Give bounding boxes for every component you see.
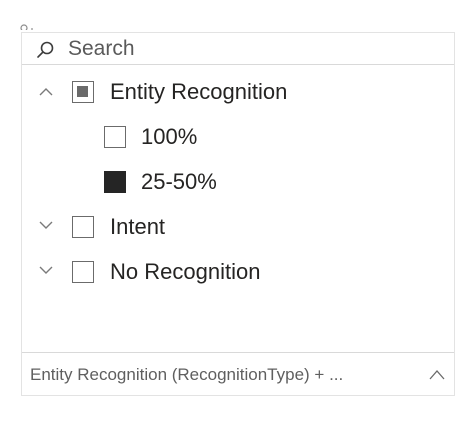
- hierarchy-text: Entity Recognition (RecognitionType) + .…: [30, 365, 344, 384]
- checkbox-100-percent[interactable]: [104, 126, 126, 148]
- search-icon: [35, 40, 55, 60]
- search-bar: [22, 33, 454, 65]
- tree-item-entity-recognition[interactable]: Entity Recognition: [22, 73, 454, 113]
- tree-item-no-recognition[interactable]: No Recognition: [22, 253, 454, 293]
- checkbox-entity-recognition[interactable]: [72, 81, 94, 103]
- checkbox-intent[interactable]: [72, 216, 94, 238]
- slicer-panel: Entity Recognition 100% 25-50% Intent: [21, 32, 455, 396]
- tree-item-25-50-percent[interactable]: 25-50%: [22, 163, 454, 203]
- tree-item-label: 25-50%: [141, 169, 217, 194]
- chevron-down-icon[interactable]: [37, 216, 55, 234]
- tree-item-intent[interactable]: Intent: [22, 208, 454, 248]
- checkbox-no-recognition[interactable]: [72, 261, 94, 283]
- checkbox-25-50-percent[interactable]: [104, 171, 126, 193]
- tree-item-label: 100%: [141, 124, 198, 149]
- tree-item-label: No Recognition: [110, 259, 261, 284]
- chevron-down-icon[interactable]: [37, 261, 55, 279]
- chevron-up-icon[interactable]: [428, 366, 446, 384]
- hierarchy-footer[interactable]: Entity Recognition (RecognitionType) + .…: [22, 352, 454, 395]
- chevron-up-icon[interactable]: [37, 83, 55, 101]
- tree-item-label: Entity Recognition: [110, 79, 288, 104]
- header-gear-icon: [20, 22, 34, 30]
- search-input[interactable]: [68, 37, 438, 61]
- tree-item-label: Intent: [110, 214, 166, 239]
- tree-item-100-percent[interactable]: 100%: [22, 118, 454, 158]
